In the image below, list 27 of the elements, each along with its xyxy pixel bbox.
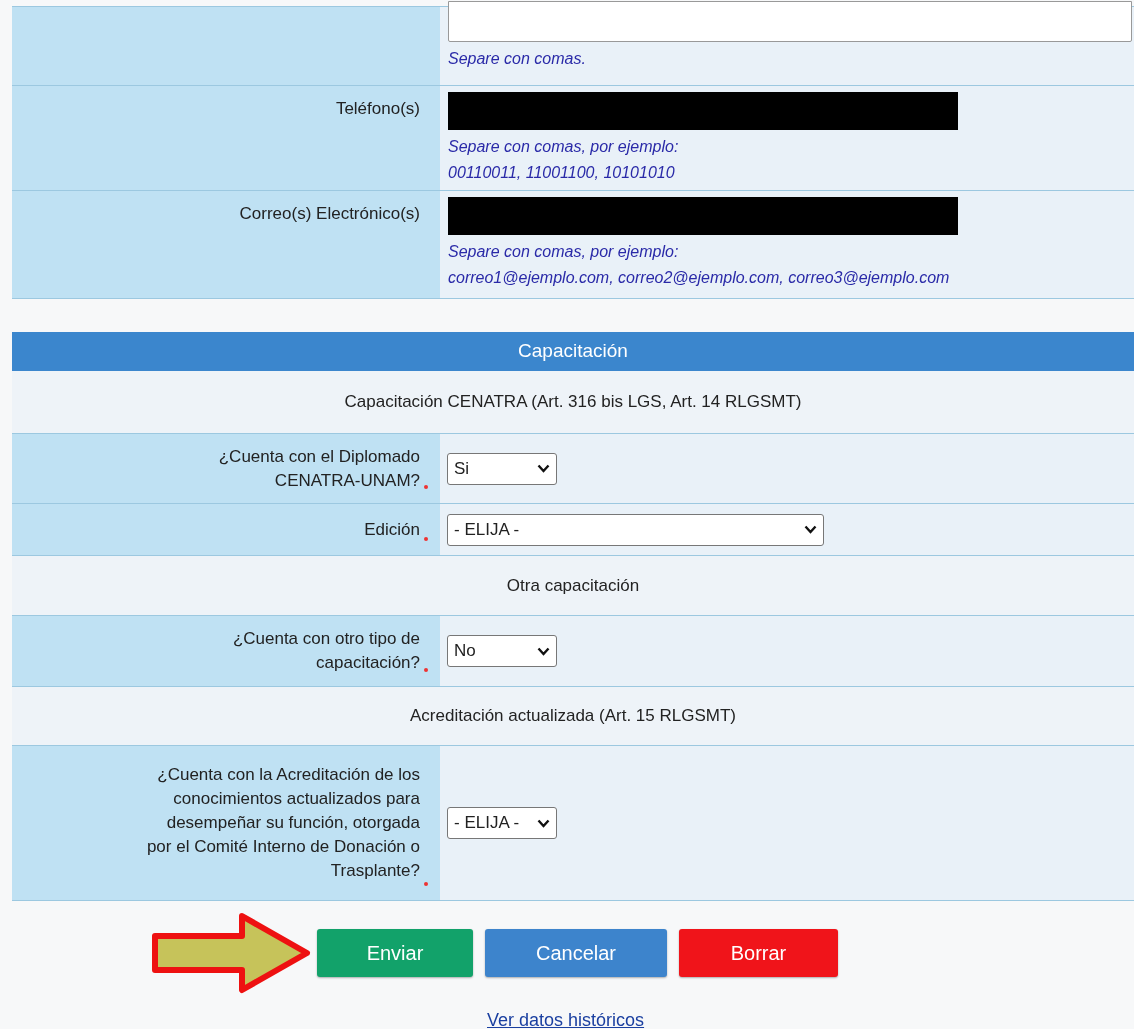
cancel-button[interactable]: Cancelar [485,929,667,977]
dropdown-select[interactable]: Si [447,452,557,485]
field-label: Teléfono(s) [335,98,420,120]
subsection-heading: Acreditación actualizada (Art. 15 RLGSMT) [410,705,736,728]
chevron-down-icon [537,818,550,828]
field-label: ¿Cuenta con otro tipo de capacitación? [231,628,420,674]
field-label: ¿Cuenta con la Acreditación de los conocimientos actualizados para desempeñar su función, otorgada por el Comité Interno de Donación o Trasplante? [145,764,420,882]
text-area[interactable] [448,1,1132,42]
subsection-heading: Capacitación CENATRA (Art. 316 bis LGS, Art. 14 RLGSMT) [344,391,802,414]
field-label: ¿Cuenta con el Diplomado CENATRA-UNAM? [217,445,420,492]
hint-text: Separe con comas, por ejemplo: [448,242,679,262]
dropdown-select[interactable]: - ELIJA - [447,807,557,839]
section-header: Capacitación [12,332,1134,371]
chevron-down-icon [804,525,817,534]
dropdown-select[interactable]: - ELIJA - [447,513,824,546]
delete-button[interactable]: Borrar [679,929,838,977]
chevron-down-icon [537,646,550,656]
chevron-down-icon [537,464,550,473]
hint-text: Separe con comas, por ejemplo: [448,137,679,157]
subsection-heading: Otra capacitación [506,574,640,597]
field-label: Edición [363,518,420,541]
hint-text: Separe con comas. [448,49,586,69]
dropdown-select[interactable]: No [447,635,557,667]
historical-data-link[interactable]: Ver datos históricos [487,1007,645,1029]
field-label: Correo(s) Electrónico(s) [239,203,420,225]
hint-text: correo1@ejemplo.com, correo2@ejemplo.com, correo3@ejemplo.com [448,268,950,288]
hint-text: 00110011, 11001100, 10101010 [448,163,675,183]
